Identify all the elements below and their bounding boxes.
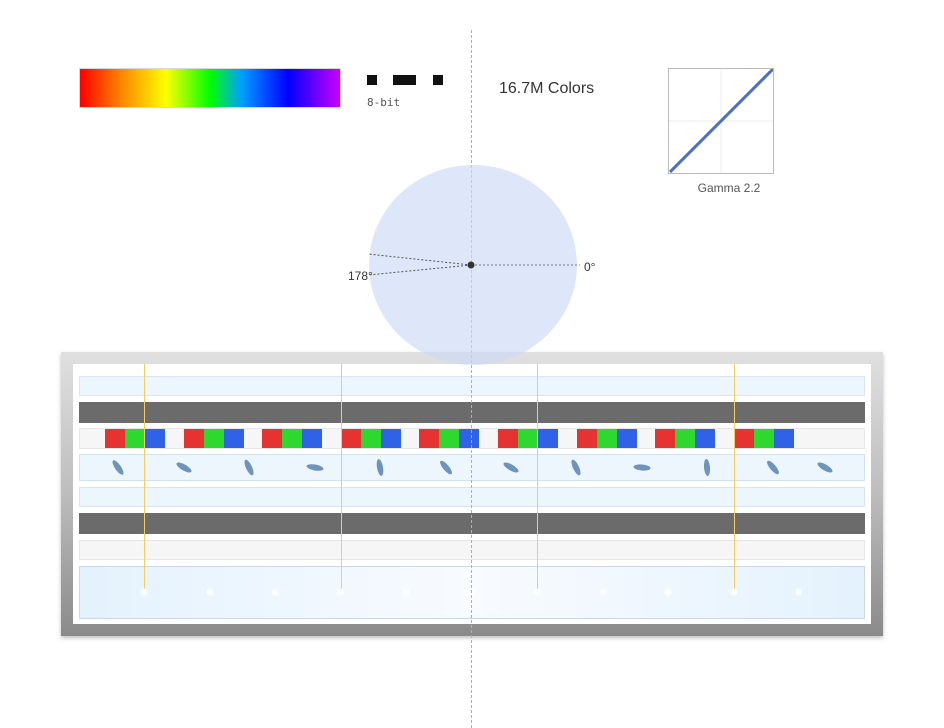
- blue-subpixel: [695, 429, 715, 448]
- green-subpixel: [125, 429, 145, 448]
- gamma-label: Gamma 2.2: [697, 181, 761, 195]
- angle-center-dot: [467, 261, 475, 269]
- blue-subpixel: [145, 429, 165, 448]
- angle-ray-upper: [367, 253, 472, 266]
- bit-depth-block-icon: [433, 75, 443, 85]
- blue-subpixel: [459, 429, 479, 448]
- color-count-label: 16.7M Colors: [499, 80, 595, 97]
- light-guide-line: [537, 364, 538, 592]
- red-subpixel: [184, 429, 204, 448]
- subpixel-group: [341, 429, 401, 448]
- alignment-layer: [79, 487, 865, 507]
- subpixel-group: [655, 429, 715, 448]
- subpixel-group: [498, 429, 558, 448]
- red-subpixel: [734, 429, 754, 448]
- backlight-led-dot: [207, 589, 213, 595]
- viewing-angle-left-label: 178°: [348, 269, 373, 283]
- red-subpixel: [419, 429, 439, 448]
- red-subpixel: [577, 429, 597, 448]
- blue-subpixel: [381, 429, 401, 448]
- top-polarizer-layer: [79, 376, 865, 396]
- gamma-curve-svg: [668, 67, 775, 174]
- subpixel-group: [105, 429, 165, 448]
- backlight-led-dot: [600, 589, 606, 595]
- subpixel-group: [262, 429, 322, 448]
- backlight-led-dot: [403, 589, 409, 595]
- backlight-led-dot: [731, 589, 737, 595]
- blue-subpixel: [224, 429, 244, 448]
- bit-depth-block-icon: [393, 75, 416, 85]
- blue-subpixel: [538, 429, 558, 448]
- backlight-led-dot: [534, 589, 540, 595]
- red-subpixel: [498, 429, 518, 448]
- bottom-polarizer-layer: [79, 540, 865, 560]
- green-subpixel: [754, 429, 774, 448]
- green-subpixel: [361, 429, 381, 448]
- light-guide-line: [144, 364, 145, 592]
- light-guide-line: [341, 364, 342, 592]
- red-subpixel: [341, 429, 361, 448]
- light-guide-line: [734, 364, 735, 592]
- blue-subpixel: [617, 429, 637, 448]
- gamma-curve-graph: [668, 67, 775, 174]
- bit-depth-block-icon: [367, 75, 377, 85]
- green-subpixel: [675, 429, 695, 448]
- backlight-led-dot: [796, 589, 802, 595]
- red-subpixel: [105, 429, 125, 448]
- subpixel-group: [734, 429, 794, 448]
- backlight-led-dot: [338, 589, 344, 595]
- green-subpixel: [282, 429, 302, 448]
- subpixel-group: [577, 429, 637, 448]
- angle-ray-lower: [367, 264, 472, 276]
- top-glass-layer: [79, 402, 865, 423]
- viewing-angle-rays: [367, 253, 580, 276]
- red-subpixel: [655, 429, 675, 448]
- backlight-led-dot: [665, 589, 671, 595]
- liquid-crystal-layer: [79, 454, 865, 481]
- bottom-glass-layer: [79, 513, 865, 534]
- center-axis-line: [471, 30, 472, 728]
- subpixel-group: [184, 429, 244, 448]
- green-subpixel: [439, 429, 459, 448]
- blue-subpixel: [302, 429, 322, 448]
- color-spectrum-bar: [79, 68, 341, 108]
- green-subpixel: [597, 429, 617, 448]
- red-subpixel: [262, 429, 282, 448]
- backlight-led-dot: [141, 589, 147, 595]
- green-subpixel: [518, 429, 538, 448]
- backlight-led-dot: [469, 589, 475, 595]
- backlight-led-dot: [272, 589, 278, 595]
- bit-depth-label: 8-bit: [367, 96, 401, 109]
- blue-subpixel: [774, 429, 794, 448]
- subpixel-group: [419, 429, 479, 448]
- viewing-angle-right-label: 0°: [584, 260, 596, 274]
- green-subpixel: [204, 429, 224, 448]
